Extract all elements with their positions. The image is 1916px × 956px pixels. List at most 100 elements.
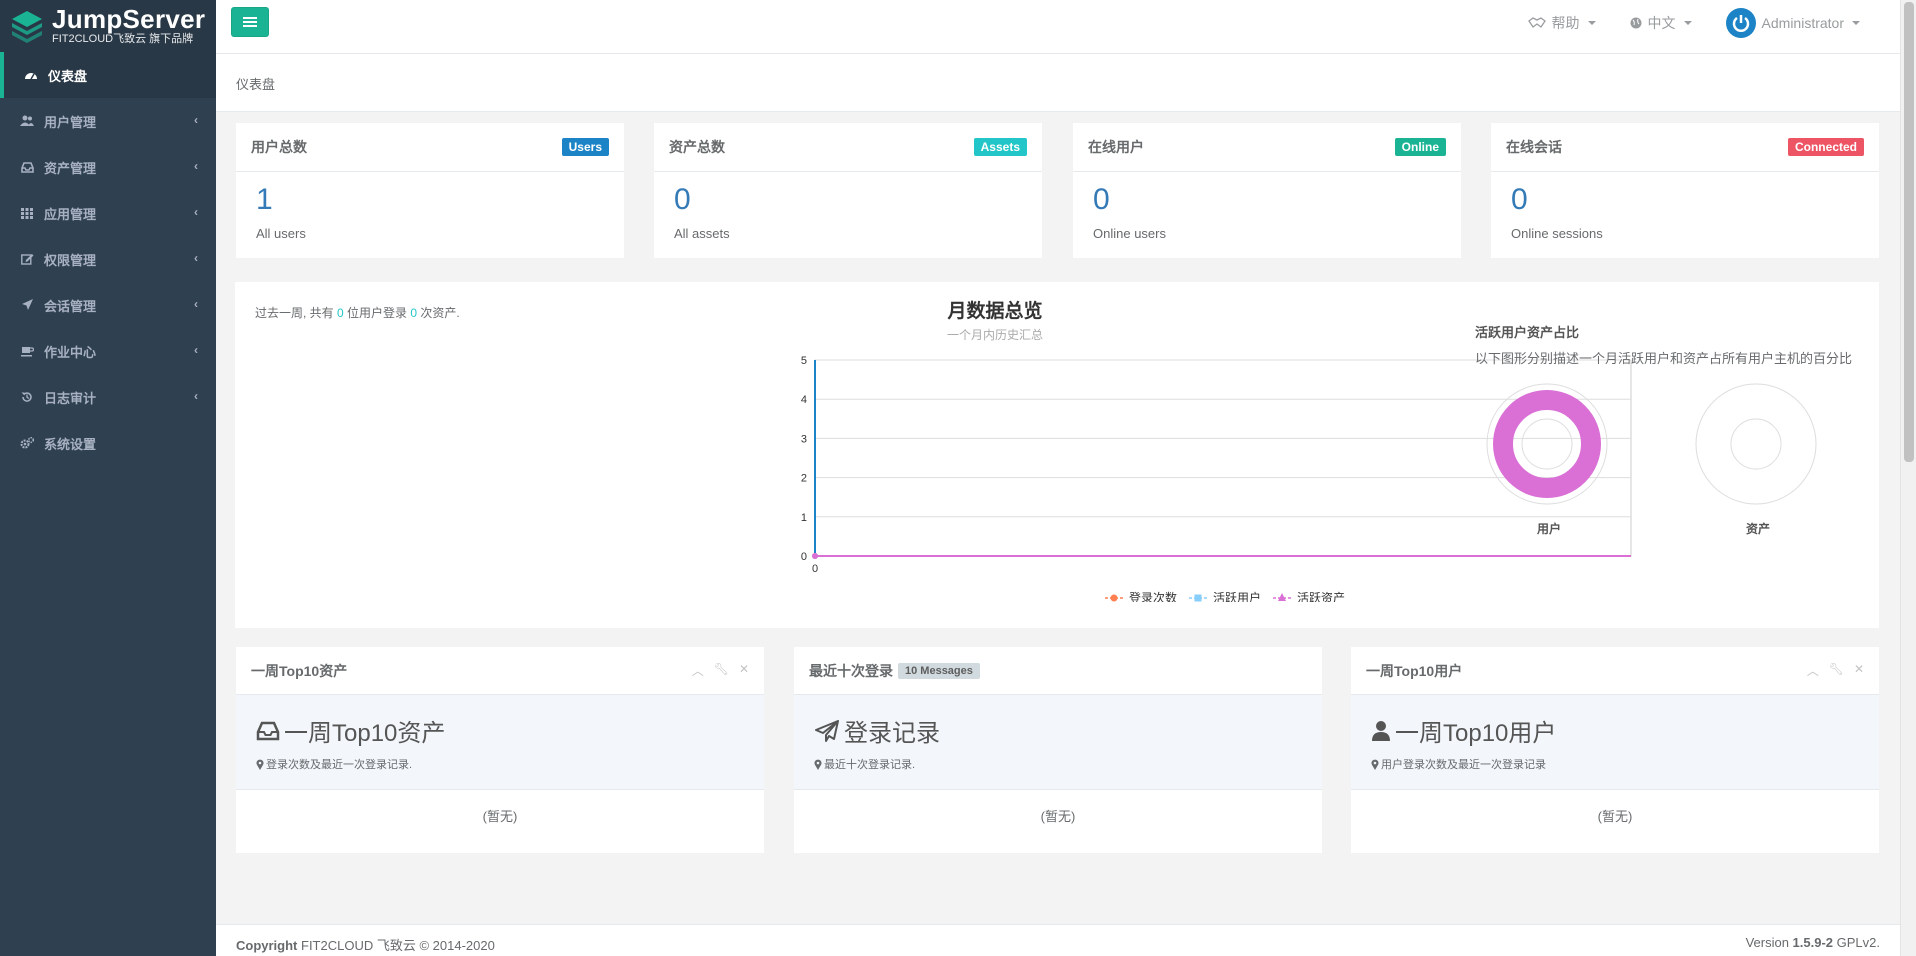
y-tick-label: 3	[801, 433, 807, 445]
sidebar-item-jobs[interactable]: 作业中心 ‹	[0, 328, 216, 374]
stat-value: 1	[256, 183, 273, 216]
brand-subtitle: FIT2CLOUD飞致云 旗下品牌	[52, 33, 194, 45]
panel-hero-title: 登录记录	[844, 720, 940, 747]
paper-plane-icon	[815, 719, 839, 742]
chevron-left-icon: ‹	[194, 113, 198, 127]
logo[interactable]: JumpServer FIT2CLOUD飞致云 旗下品牌	[0, 0, 216, 52]
sidebar-item-label: 资产管理	[44, 160, 97, 176]
history-icon	[20, 390, 34, 404]
assets-badge: Assets	[973, 138, 1027, 156]
sidebar-item-label: 应用管理	[44, 206, 97, 222]
username-label: Administrator	[1761, 15, 1844, 31]
sidebar-item-settings[interactable]: 系统设置	[0, 420, 216, 466]
wrench-icon[interactable]: 🔧︎	[714, 662, 729, 679]
stat-value: 0	[1511, 183, 1528, 216]
stat-description: Online users	[1093, 226, 1166, 241]
brand-title: JumpServer	[52, 4, 206, 34]
y-tick-label: 0	[801, 551, 807, 563]
stat-title: 用户总数	[251, 139, 307, 155]
empty-placeholder: (暂无)	[1597, 809, 1633, 824]
map-marker-icon	[256, 759, 264, 770]
footer: Copyright FIT2CLOUD 飞致云 © 2014-2020 Vers…	[216, 924, 1900, 956]
sidebar: JumpServer FIT2CLOUD飞致云 旗下品牌 仪表盘 用户管理 ‹ …	[0, 0, 216, 956]
bars-icon	[243, 17, 257, 27]
sidebar-item-dashboard[interactable]: 仪表盘	[0, 52, 216, 98]
monthly-overview-panel: 过去一周, 共有 0 位用户登录 0 次资产. 月数据总览 一个月内历史汇总 0…	[235, 282, 1879, 628]
donut-assets-label: 资产	[1746, 522, 1771, 536]
chevron-up-icon[interactable]: ︿	[692, 662, 704, 679]
stat-description: All assets	[674, 226, 730, 241]
y-tick-label: 2	[801, 473, 807, 485]
wrench-icon[interactable]: 🔧︎	[1829, 662, 1844, 679]
donut-users	[1486, 383, 1608, 505]
inbox-icon	[20, 160, 34, 174]
language-label: 中文	[1647, 15, 1676, 31]
copyright: Copyright FIT2CLOUD 飞致云 © 2014-2020	[236, 935, 495, 954]
avatar	[1725, 8, 1756, 38]
legend-label: 活跃资产	[1297, 591, 1345, 602]
grid-icon	[20, 206, 34, 220]
scrollbar-thumb[interactable]	[1904, 2, 1914, 462]
close-icon[interactable]: ✕	[739, 662, 749, 679]
sidebar-item-audit[interactable]: 日志审计 ‹	[0, 374, 216, 420]
sidebar-item-label: 仪表盘	[48, 68, 88, 84]
map-marker-icon	[1371, 759, 1379, 770]
sidebar-item-users[interactable]: 用户管理 ‹	[0, 98, 216, 144]
panel-top10-assets: 一周Top10资产 ︿ 🔧︎ ✕ 一周Top10资产 登录次数及最近一次登录记录…	[236, 647, 764, 853]
sidebar-item-label: 权限管理	[44, 252, 97, 268]
user-dropdown[interactable]: Administrator	[1725, 8, 1860, 38]
stat-description: All users	[256, 226, 306, 241]
cogs-icon	[20, 436, 34, 450]
chevron-left-icon: ‹	[194, 297, 198, 311]
power-icon	[1732, 15, 1749, 32]
panel-hero-subtitle: 用户登录次数及最近一次登录记录	[1381, 759, 1546, 771]
messages-badge: 10 Messages	[898, 662, 980, 679]
map-marker-icon	[814, 759, 822, 770]
edit-icon	[20, 252, 34, 266]
chevron-up-icon[interactable]: ︿	[1807, 662, 1819, 679]
stat-title: 资产总数	[669, 139, 725, 155]
chevron-left-icon: ‹	[194, 205, 198, 219]
sidebar-item-sessions[interactable]: 会话管理 ‹	[0, 282, 216, 328]
stat-card-assets: 资产总数 Assets 0 All assets	[654, 123, 1042, 258]
chevron-left-icon: ‹	[194, 251, 198, 265]
stat-value: 0	[674, 183, 691, 216]
panel-hero-title: 一周Top10资产	[284, 720, 446, 747]
legend-marker	[1110, 594, 1118, 602]
x-tick-label: 0	[812, 563, 818, 575]
language-dropdown[interactable]: 中文	[1630, 13, 1692, 33]
y-tick-label: 1	[801, 512, 807, 524]
sidebar-nav: 仪表盘 用户管理 ‹ 资产管理 ‹ 应用管理 ‹ 权限管理 ‹ 会话管理 ‹ 作…	[0, 52, 216, 466]
empty-placeholder: (暂无)	[1040, 809, 1076, 824]
legend-label: 登录次数	[1129, 590, 1177, 602]
users-icon	[20, 114, 34, 128]
sidebar-item-assets[interactable]: 资产管理 ‹	[0, 144, 216, 190]
version-number: 1.5.9-2	[1792, 935, 1834, 950]
panel-hero-subtitle: 登录次数及最近一次登录记录.	[266, 759, 413, 771]
chevron-left-icon: ‹	[194, 389, 198, 403]
globe-icon	[1630, 17, 1642, 29]
y-tick-label: 5	[801, 355, 807, 367]
sidebar-item-label: 会话管理	[44, 298, 97, 314]
caret-down-icon	[1587, 21, 1596, 25]
sidebar-item-label: 日志审计	[44, 390, 97, 406]
online-badge: Online	[1394, 138, 1446, 156]
version-prefix: Version	[1745, 935, 1793, 950]
page-scrollbar[interactable]	[1900, 0, 1916, 956]
handshake-icon	[1527, 17, 1546, 28]
users-badge: Users	[561, 138, 609, 156]
sidebar-item-applications[interactable]: 应用管理 ‹	[0, 190, 216, 236]
sidebar-item-permissions[interactable]: 权限管理 ‹	[0, 236, 216, 282]
sidebar-item-label: 系统设置	[44, 436, 97, 452]
breadcrumb: 仪表盘	[216, 54, 1900, 112]
y-tick-label: 4	[801, 394, 807, 406]
sidebar-item-label: 作业中心	[44, 344, 97, 360]
toggle-sidebar-button[interactable]	[231, 7, 269, 37]
copyright-text: FIT2CLOUD 飞致云 © 2014-2020	[297, 938, 495, 953]
close-icon[interactable]: ✕	[1854, 662, 1864, 679]
help-dropdown[interactable]: 帮助	[1527, 13, 1596, 33]
version-license: GPLv2.	[1833, 935, 1880, 950]
stat-title: 在线用户	[1088, 139, 1144, 155]
stat-title: 在线会话	[1506, 139, 1562, 155]
stat-value: 0	[1093, 183, 1110, 216]
